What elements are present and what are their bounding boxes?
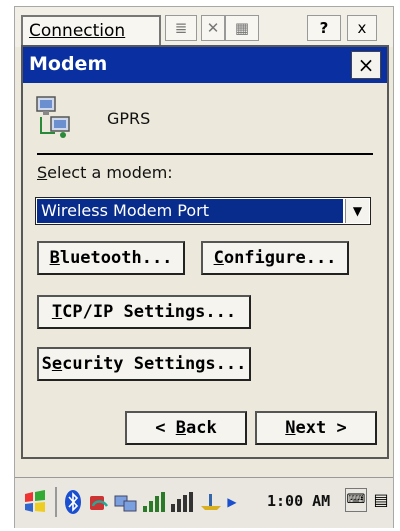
- keyboard-icon[interactable]: ⌨: [345, 488, 367, 512]
- battery-icon[interactable]: [169, 488, 195, 516]
- start-icon[interactable]: [21, 488, 49, 516]
- clock[interactable]: 1:00 AM: [267, 492, 330, 510]
- modem-select[interactable]: Wireless Modem Port ▼: [35, 197, 371, 225]
- bluetooth-button[interactable]: Bluetooth...: [37, 241, 185, 275]
- connection-tab[interactable]: Connection: [21, 15, 161, 47]
- signal-icon[interactable]: [141, 488, 167, 516]
- volume-icon[interactable]: [197, 488, 225, 516]
- chevron-down-icon[interactable]: ▼: [345, 199, 369, 223]
- next-button[interactable]: Next >: [255, 411, 377, 445]
- close-parent-button[interactable]: x: [347, 15, 377, 41]
- network-connection-icon: [36, 96, 70, 138]
- separator: [37, 153, 373, 155]
- dialog-close-button[interactable]: ×: [351, 51, 381, 79]
- help-button[interactable]: ?: [307, 15, 341, 41]
- modem-dialog: Modem × GPRS Select a modem: Wireless Mo…: [21, 45, 389, 459]
- configure-button[interactable]: Configure...: [201, 241, 349, 275]
- device-screen: Connection ≣ ✕ ▦ ? x Modem × GPRS Select…: [14, 6, 394, 528]
- back-button[interactable]: < Back: [125, 411, 247, 445]
- parent-window-toolbar: Connection ≣ ✕ ▦ ? x: [15, 7, 393, 47]
- delete-icon[interactable]: ✕: [201, 15, 225, 41]
- dialog-title: Modem: [29, 53, 108, 75]
- modem-select-value: Wireless Modem Port: [37, 199, 343, 223]
- tcpip-settings-button[interactable]: TCP/IP Settings...: [37, 295, 251, 329]
- properties-icon[interactable]: ▦: [225, 15, 259, 41]
- connection-type-label: GPRS: [107, 109, 151, 128]
- activesync-icon[interactable]: [87, 488, 111, 516]
- connect-icon[interactable]: ≣: [165, 15, 197, 41]
- taskbar-divider: [55, 487, 57, 517]
- security-settings-button[interactable]: Security Settings...: [37, 347, 251, 381]
- expand-tray-icon[interactable]: ▶: [227, 488, 237, 516]
- taskbar: ▶ 1:00 AM ⌨ ▤: [15, 477, 393, 528]
- taskswitch-icon[interactable]: ▤: [371, 488, 391, 512]
- bluetooth-icon[interactable]: [63, 488, 83, 516]
- select-modem-label: Select a modem:: [37, 163, 173, 182]
- dialog-titlebar: Modem ×: [23, 47, 387, 83]
- network-icon[interactable]: [113, 488, 139, 516]
